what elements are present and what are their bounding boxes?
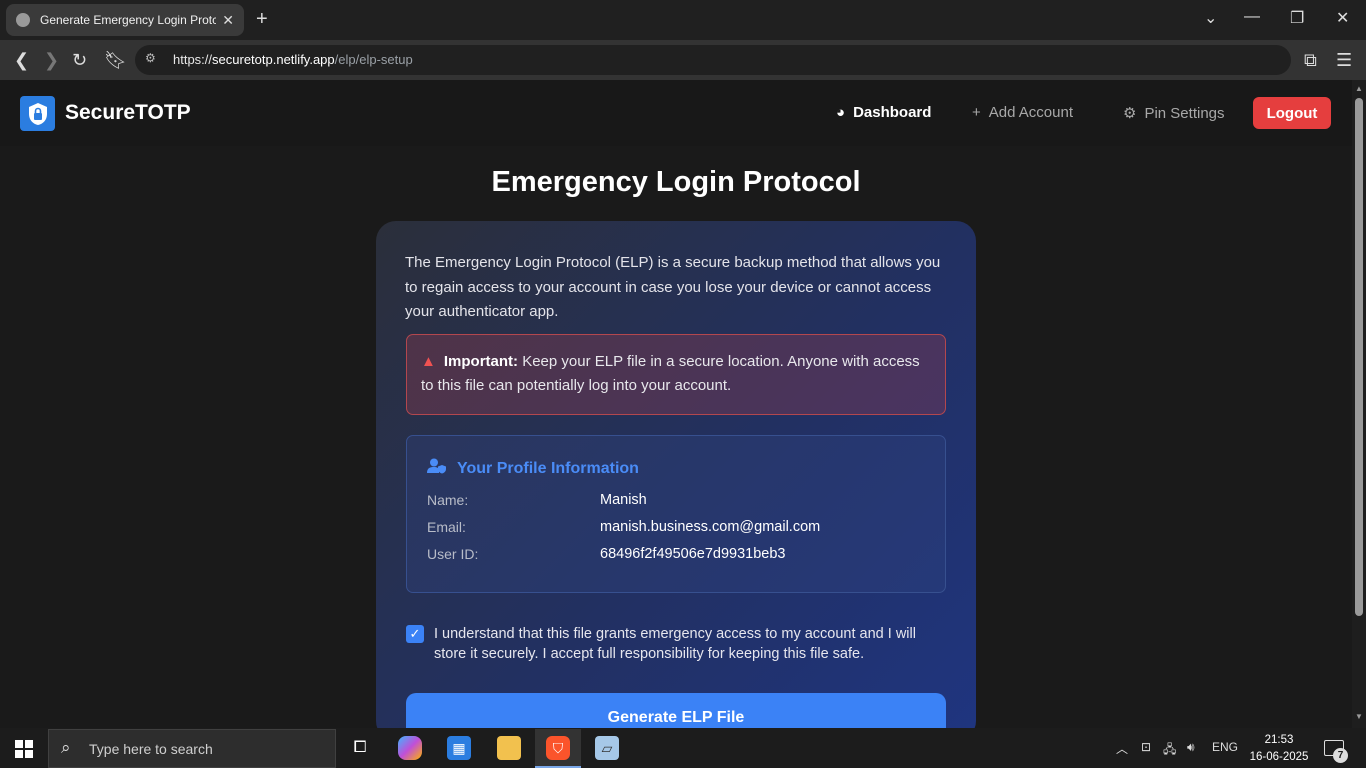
search-icon: ⌕ [61,738,71,757]
url-path: /elp/elp-setup [334,52,413,67]
back-icon[interactable]: ❮ [14,49,29,71]
task-view-icon[interactable]: ⧠ [348,736,372,760]
email-value: manish.business.com@gmail.com [600,519,821,535]
windows-start-icon[interactable] [15,740,33,758]
nav-pin-settings-label: Pin Settings [1144,104,1225,122]
page-title: Emergency Login Protocol [491,166,861,198]
url-text[interactable]: https://securetotp.netlify.app/elp/elp-s… [173,52,413,67]
brand-name[interactable]: SecureTOTP [65,101,191,125]
profile-heading-label: Your Profile Information [457,459,639,477]
brave-browser-icon[interactable]: ⛉ [546,736,570,760]
userid-value: 68496f2f49506e7d9931beb3 [600,546,786,562]
browser-tab[interactable]: Generate Emergency Login Protc ✕ [6,4,244,36]
agreement-row[interactable]: ✓ I understand that this file grants eme… [406,624,946,664]
url-scheme: https:// [173,52,213,67]
show-hidden-icons-chevron-icon[interactable]: ︿ [1116,740,1128,757]
taskbar-clock[interactable]: 21:53 16-06-2025 [1248,732,1310,766]
tab-title: Generate Emergency Login Protc [40,13,217,27]
name-label: Name: [427,492,469,508]
warning-box: ▲ Important: Keep your ELP file in a secu… [406,334,946,415]
notification-count-badge: 7 [1333,748,1348,763]
file-explorer-icon[interactable] [497,736,521,760]
name-value: Manish [600,492,647,508]
site-info-icon[interactable]: ⚙ [145,51,156,65]
app-icon[interactable]: ▱ [595,736,619,760]
nav-pin-settings[interactable]: ⚙ Pin Settings [1123,104,1225,123]
language-indicator[interactable]: ENG [1212,740,1238,754]
user-shield-icon [427,458,447,479]
warning-label: Important: [443,353,519,370]
taskbar-search-placeholder: Type here to search [89,741,213,757]
clock-date: 16-06-2025 [1249,751,1309,763]
scroll-up-arrow-icon[interactable]: ▲ [1355,84,1363,93]
elp-card: The Emergency Login Protocol (ELP) is a … [376,221,976,741]
nav-dashboard-label: Dashboard [853,104,932,121]
browser-tab-bar: Generate Emergency Login Protc ✕ + ⌄ — ❐… [0,0,1366,40]
bookmark-icon[interactable]: 🔖︎ [104,49,127,71]
device-icon[interactable]: ⊡ [1141,740,1151,754]
logout-button[interactable]: Logout [1253,97,1331,129]
extensions-icon[interactable]: ⧉ [1304,49,1317,71]
lock-shield-logo-icon[interactable] [20,96,55,131]
userid-label: User ID: [427,546,479,562]
minimize-button[interactable]: — [1244,8,1260,26]
profile-heading: Your Profile Information [427,458,639,479]
clock-time: 21:53 [1264,734,1294,746]
nav-dashboard[interactable]: ◕ Dashboard [836,104,931,121]
nav-add-account[interactable]: + Add Account [972,104,1073,121]
gear-icon: ⚙ [1123,105,1137,122]
page-scrollbar[interactable]: ▲ ▼ [1352,80,1366,728]
gauge-icon: ◕ [836,104,846,121]
restore-button[interactable]: ❐ [1290,8,1304,28]
url-host: securetotp.netlify.app [212,52,335,67]
volume-icon[interactable]: 🔊︎ [1187,740,1195,755]
globe-icon [16,13,30,27]
agreement-checkbox[interactable]: ✓ [406,625,424,643]
profile-info-box: Your Profile Information Name: Manish Em… [406,435,946,593]
tab-search-chevron-icon[interactable]: ⌄ [1204,8,1217,28]
taskbar-search[interactable]: ⌕ Type here to search [48,729,336,768]
forward-icon[interactable]: ❯ [44,49,59,71]
nav-add-account-label: Add Account [988,104,1073,121]
menu-icon[interactable]: ☰ [1336,49,1352,71]
agreement-text[interactable]: I understand that this file grants emerg… [434,624,946,664]
intro-text: The Emergency Login Protocol (ELP) is a … [405,254,941,320]
reload-icon[interactable]: ↻ [72,49,87,71]
close-window-button[interactable]: ✕ [1336,8,1349,28]
close-tab-icon[interactable]: ✕ [222,12,234,29]
email-label: Email: [427,519,466,535]
network-icon[interactable]: 🖧︎ [1163,740,1176,761]
microsoft-store-icon[interactable]: ▦ [447,736,471,760]
new-tab-button[interactable]: + [256,8,268,30]
warning-triangle-icon: ▲ [421,353,436,370]
scrollbar-thumb[interactable] [1355,98,1363,616]
copilot-icon[interactable] [398,736,422,760]
plus-icon: + [972,104,981,121]
scroll-down-arrow-icon[interactable]: ▼ [1355,712,1363,721]
